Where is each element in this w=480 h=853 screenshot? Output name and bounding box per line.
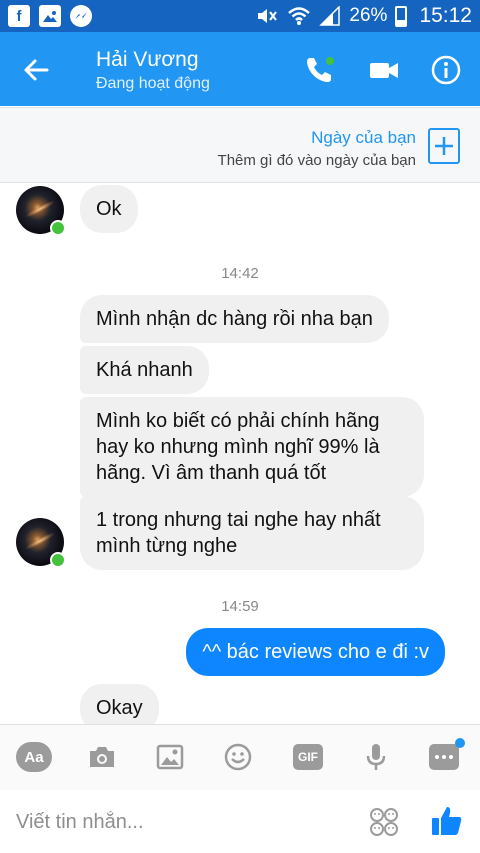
camera-icon xyxy=(90,747,114,767)
plus-icon xyxy=(435,137,453,155)
gallery-icon xyxy=(39,5,61,27)
battery-icon xyxy=(395,5,408,27)
message-bubble-received[interactable]: Ok xyxy=(80,185,138,233)
contact-status: Đang hoạt động xyxy=(96,75,210,92)
conversation-header: Hải Vương Đang hoạt động xyxy=(0,32,480,106)
message-input[interactable] xyxy=(16,804,346,840)
info-icon[interactable] xyxy=(430,54,462,86)
messenger-icon xyxy=(70,5,92,27)
composer-input-row xyxy=(0,790,480,853)
notification-dot xyxy=(455,738,465,748)
aa-icon: Aa xyxy=(16,742,52,772)
message-bubble-received[interactable]: Mình nhận dc hàng rồi nha bạn xyxy=(80,295,389,343)
message-bubble-received[interactable]: Mình ko biết có phải chính hãng hay ko n… xyxy=(80,397,424,497)
thumbs-up-icon[interactable] xyxy=(430,804,464,838)
gif-button[interactable]: GIF xyxy=(290,741,326,773)
back-arrow-icon[interactable] xyxy=(20,54,52,86)
voice-button[interactable] xyxy=(358,741,394,773)
gallery-button[interactable] xyxy=(152,741,188,773)
message-bubble-received[interactable]: 1 trong nhưng tai nghe hay nhất mình từn… xyxy=(80,496,424,570)
more-icon xyxy=(429,738,465,770)
status-bar: f 26% 15:12 xyxy=(0,0,480,32)
battery-percent: 26% xyxy=(349,5,388,26)
wifi-icon xyxy=(287,6,311,26)
contact-avatar[interactable] xyxy=(16,518,66,568)
timestamp: 14:42 xyxy=(221,265,259,282)
your-day-title[interactable]: Ngày của bạn xyxy=(311,128,416,148)
more-button[interactable] xyxy=(426,738,465,773)
camera-button[interactable] xyxy=(84,741,120,773)
emoji-button[interactable] xyxy=(220,741,256,773)
your-day-subtitle: Thêm gì đó vào ngày của bạn xyxy=(217,152,416,169)
text-style-button[interactable]: Aa xyxy=(16,741,52,773)
contact-name[interactable]: Hải Vương xyxy=(96,48,199,72)
message-bubble-sent[interactable]: ^^ bác reviews cho e đi :v xyxy=(186,628,445,676)
image-icon xyxy=(156,744,184,770)
your-day-banner[interactable]: Ngày của bạn Thêm gì đó vào ngày của bạn xyxy=(0,107,480,183)
microphone-icon xyxy=(366,744,386,770)
online-indicator xyxy=(50,552,66,568)
gif-icon: GIF xyxy=(293,744,323,770)
clock: 15:12 xyxy=(419,4,472,27)
facebook-icon: f xyxy=(8,5,30,27)
message-bubble-received[interactable]: Khá nhanh xyxy=(80,346,209,394)
timestamp: 14:59 xyxy=(221,598,259,615)
video-call-icon[interactable] xyxy=(368,54,400,86)
phone-call-icon[interactable] xyxy=(304,54,336,86)
sticker-faces-icon[interactable] xyxy=(368,806,400,838)
smiley-icon xyxy=(224,743,252,771)
signal-icon xyxy=(319,6,341,26)
online-indicator xyxy=(50,220,66,236)
add-to-day-button[interactable] xyxy=(428,128,460,164)
composer-toolbar: Aa GIF xyxy=(0,724,480,790)
mute-icon xyxy=(255,6,279,26)
contact-avatar[interactable] xyxy=(16,186,66,236)
